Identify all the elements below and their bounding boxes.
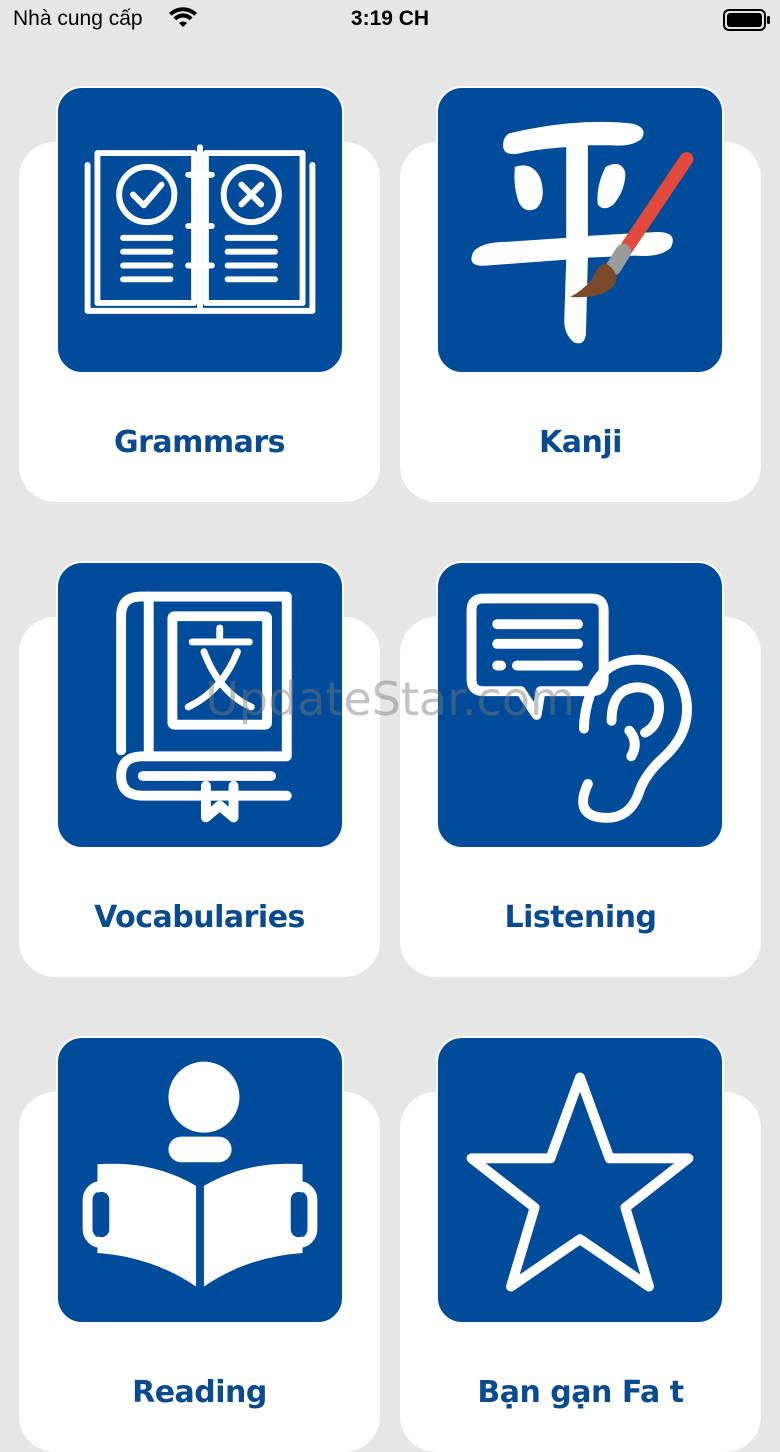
listening-icon-tile[interactable] <box>436 561 724 849</box>
reading-icon-tile[interactable] <box>56 1036 344 1324</box>
person-reading-icon <box>82 1061 318 1287</box>
vocabulary-icon-tile[interactable] <box>56 561 344 849</box>
speech-ear-icon <box>466 593 692 823</box>
menu-card-label: Vocabularies <box>94 900 305 935</box>
kanji-icon-tile[interactable] <box>436 86 724 374</box>
menu-card-label: Reading <box>132 1375 267 1410</box>
menu-card-label: Grammars <box>113 425 286 460</box>
menu-card-label: Kanji <box>539 425 622 460</box>
dictionary-book-icon <box>116 591 292 823</box>
favorites-icon-tile[interactable] <box>436 1036 724 1324</box>
menu-grid: Grammars Kanji Vocabularies Listening Re… <box>0 0 780 1452</box>
kanji-brush-icon <box>471 121 694 344</box>
menu-card-label: Listening <box>504 900 657 935</box>
open-book-check-cross-icon <box>84 144 316 314</box>
menu-card-label: Bạn gạn Fa t <box>477 1375 684 1410</box>
star-icon <box>466 1072 694 1292</box>
grammar-icon-tile[interactable] <box>56 86 344 374</box>
